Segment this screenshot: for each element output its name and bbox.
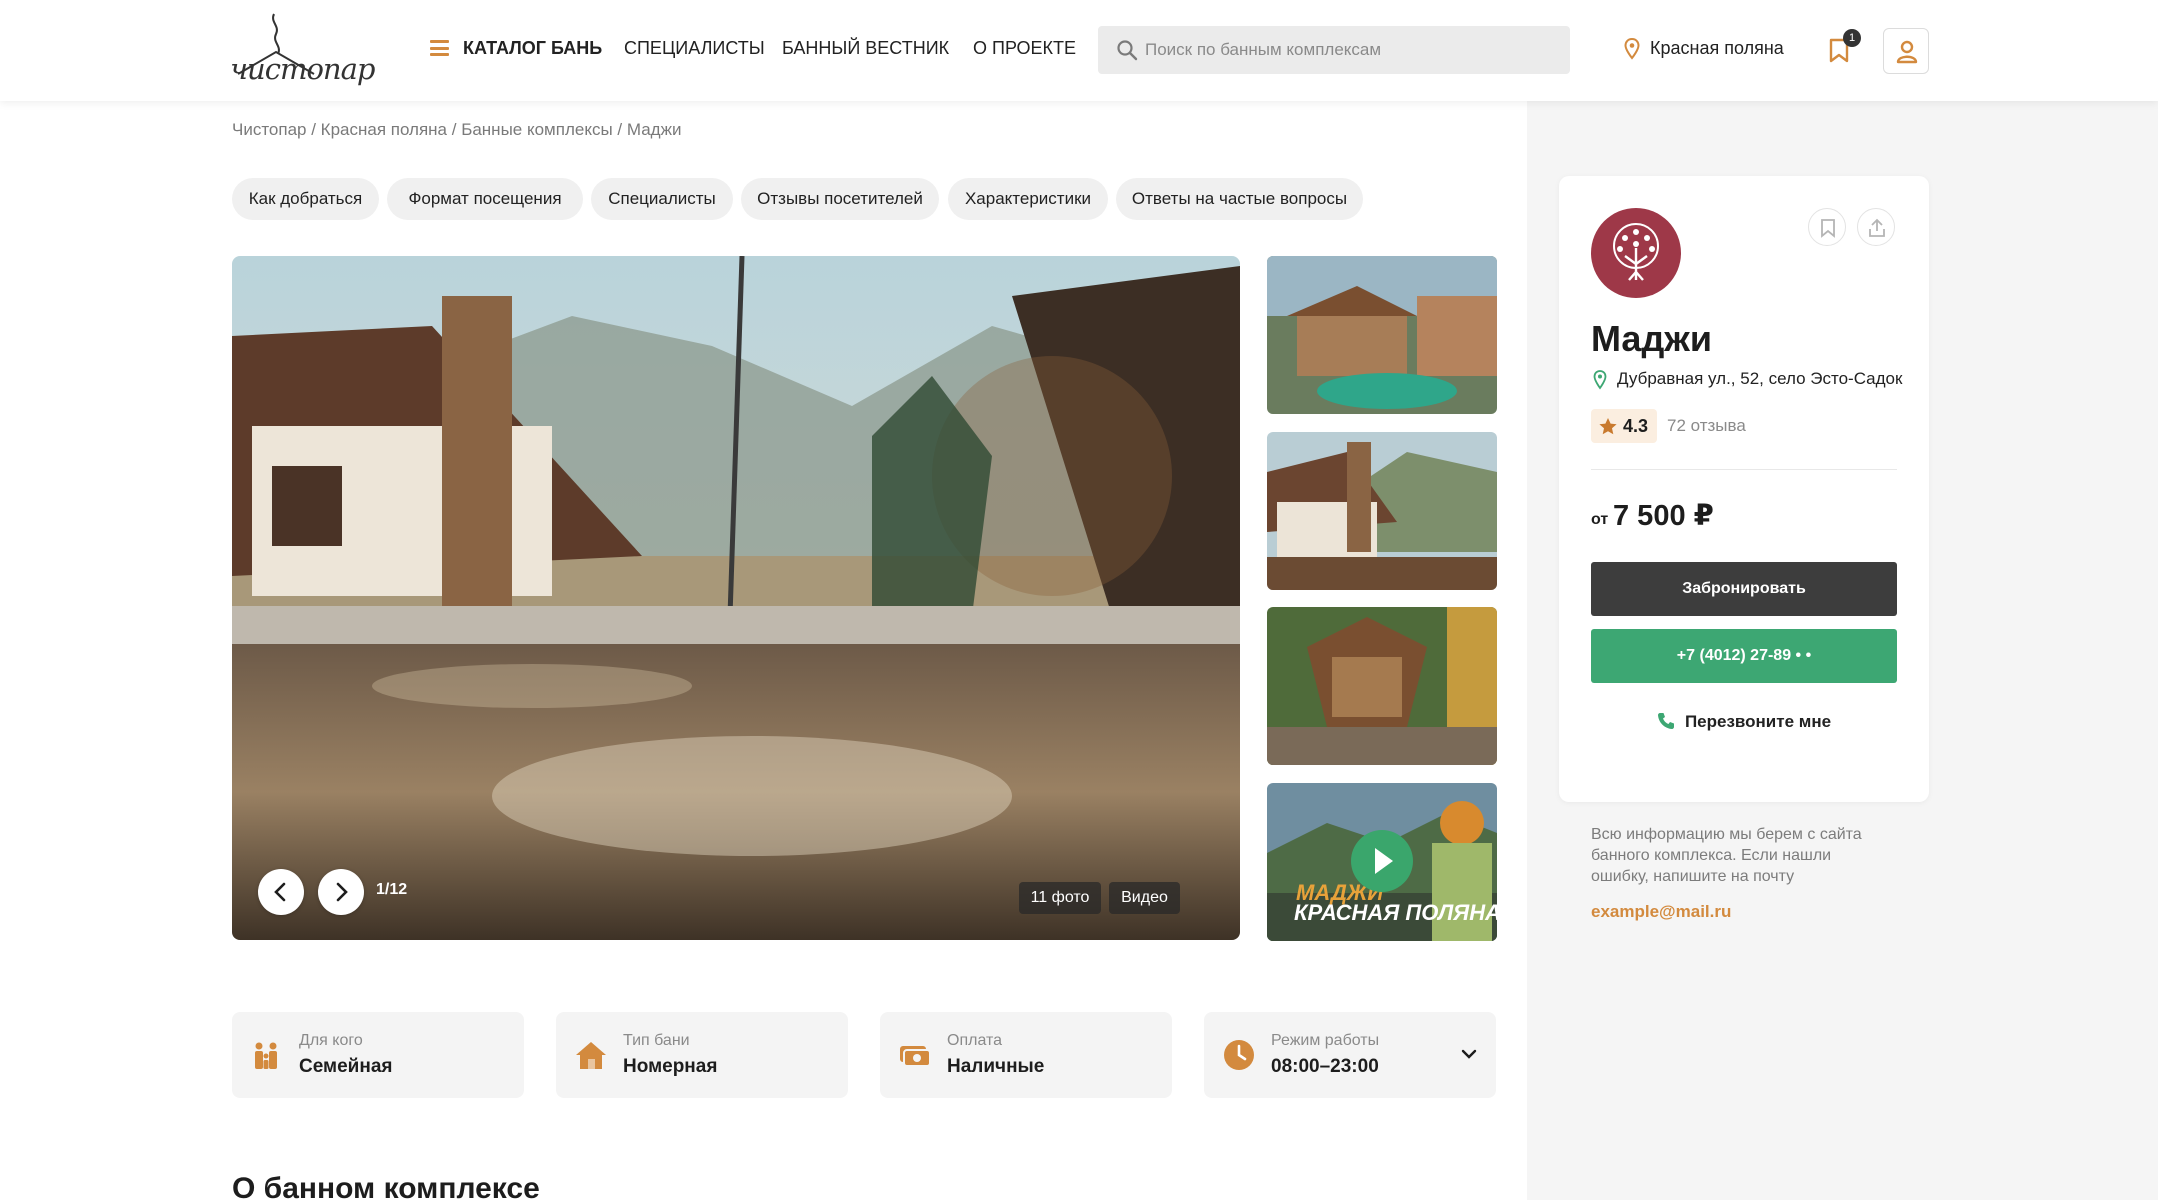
- price: 7 500 ₽: [1613, 500, 1714, 532]
- info-card-value: Номерная: [623, 1056, 718, 1077]
- reviews-link[interactable]: 72 отзыва: [1667, 416, 1746, 436]
- clock-icon: [1224, 1040, 1254, 1070]
- anchor-chip-specialists[interactable]: Специалисты: [591, 178, 733, 220]
- book-button[interactable]: Забронировать: [1591, 562, 1897, 616]
- info-card-audience: Для кого Семейная: [232, 1012, 524, 1098]
- breadcrumb: Чистопар / Красная поляна / Банные компл…: [232, 120, 682, 139]
- anchor-chip-format[interactable]: Формат посещения: [387, 178, 583, 220]
- anchor-chip-faq[interactable]: Ответы на частые вопросы: [1116, 178, 1363, 220]
- info-card-label: Режим работы: [1271, 1032, 1380, 1049]
- bookmark-outline-icon: [1821, 219, 1835, 238]
- logo-text: чистопар: [230, 52, 375, 86]
- chevron-left-icon: [274, 882, 286, 902]
- info-card-value: Семейная: [299, 1056, 393, 1077]
- info-card-value: Наличные: [947, 1056, 1045, 1077]
- thumbnail-image: [1267, 607, 1497, 765]
- nav-bulletin[interactable]: БАННЫЙ ВЕСТНИК: [782, 38, 949, 59]
- family-icon: [255, 1042, 277, 1069]
- gallery-thumbnail[interactable]: [1267, 256, 1497, 414]
- gallery-thumbnail[interactable]: [1267, 432, 1497, 590]
- breadcrumb-item[interactable]: Банные комплексы: [461, 120, 612, 139]
- nav-catalog[interactable]: КАТАЛОГ БАНЬ: [463, 38, 602, 59]
- cash-icon: [900, 1046, 931, 1067]
- info-card-payment: Оплата Наличные: [880, 1012, 1172, 1098]
- house-icon: [576, 1042, 606, 1069]
- main-photo[interactable]: [232, 256, 1240, 940]
- menu-burger-icon[interactable]: [430, 40, 449, 56]
- gallery-prev-button[interactable]: [258, 869, 304, 915]
- venue-logo: [1591, 208, 1681, 298]
- thumbnail-image: [1267, 256, 1497, 414]
- star-icon: [1599, 418, 1617, 435]
- section-title: О банном комплексе: [232, 1172, 540, 1200]
- bookmark-count-badge: 1: [1843, 29, 1861, 47]
- info-card-type: Тип бани Номерная: [556, 1012, 848, 1098]
- play-button[interactable]: [1351, 830, 1413, 892]
- share-icon: [1869, 218, 1885, 237]
- user-icon: [1896, 40, 1918, 64]
- chevron-right-icon: [336, 882, 348, 902]
- venue-address: Дубравная ул., 52, село Эсто-Садок: [1617, 369, 1903, 388]
- price-prefix: от: [1591, 511, 1609, 528]
- anchor-chip-reviews[interactable]: Отзывы посетителей: [741, 178, 939, 220]
- gallery-thumbnail[interactable]: [1267, 607, 1497, 765]
- anchor-chip-directions[interactable]: Как добраться: [232, 178, 379, 220]
- booking-card: Маджи Дубравная ул., 52, село Эсто-Садок…: [1559, 176, 1929, 802]
- anchor-chip-features[interactable]: Характеристики: [948, 178, 1108, 220]
- location-pin-icon: [1624, 38, 1640, 60]
- breadcrumb-current: Маджи: [626, 120, 682, 139]
- profile-button[interactable]: [1883, 28, 1929, 74]
- chevron-down-icon[interactable]: [1460, 1048, 1478, 1060]
- search-input[interactable]: Поиск по банным комплексам: [1098, 26, 1570, 74]
- venue-name: Маджи: [1591, 318, 1712, 359]
- main-photo-image: [232, 256, 1240, 940]
- site-header: чистопар КАТАЛОГ БАНЬ СПЕЦИАЛИСТЫ БАННЫЙ…: [0, 0, 2158, 101]
- info-card-label: Для кого: [299, 1032, 363, 1049]
- info-card-label: Тип бани: [623, 1032, 690, 1049]
- play-icon: [1375, 848, 1393, 874]
- breadcrumb-item[interactable]: Чистопар: [232, 120, 307, 139]
- callback-label: Перезвоните мне: [1684, 712, 1832, 731]
- video-thumb-subtitle: КРАСНАЯ ПОЛЯНА: [1294, 900, 1501, 925]
- nav-about[interactable]: О ПРОЕКТЕ: [973, 38, 1076, 59]
- info-card-value: 08:00–23:00: [1271, 1056, 1379, 1077]
- info-note: Всю информацию мы берем с сайта банного …: [1591, 826, 1862, 885]
- callback-button[interactable]: Перезвоните мне: [1559, 712, 1929, 732]
- phone-button[interactable]: +7 (4012) 27-89 • •: [1591, 629, 1897, 683]
- location-pin-icon: [1593, 370, 1607, 390]
- share-button[interactable]: [1857, 208, 1895, 246]
- video-button[interactable]: Видео: [1109, 882, 1180, 914]
- gallery-next-button[interactable]: [318, 869, 364, 915]
- nav-specialists[interactable]: СПЕЦИАЛИСТЫ: [624, 38, 765, 59]
- rating-badge: 4.3: [1591, 409, 1657, 443]
- location-selector[interactable]: Красная поляна: [1650, 38, 1784, 59]
- logo[interactable]: чистопар: [230, 12, 375, 90]
- breadcrumb-item[interactable]: Красная поляна: [321, 120, 447, 139]
- search-placeholder: Поиск по банным комплексам: [1145, 40, 1382, 59]
- info-card-hours[interactable]: Режим работы 08:00–23:00: [1204, 1012, 1496, 1098]
- phone-icon: [1657, 713, 1674, 729]
- thumbnail-image: [1267, 432, 1497, 590]
- gallery-counter: 1/12: [376, 881, 408, 898]
- photos-count-button[interactable]: 11 фото: [1019, 882, 1101, 914]
- search-icon: [1117, 40, 1138, 61]
- info-card-label: Оплата: [947, 1032, 1003, 1049]
- save-button[interactable]: [1808, 208, 1846, 246]
- tree-logo-icon: [1613, 223, 1659, 281]
- email-link[interactable]: example@mail.ru: [1591, 902, 1731, 922]
- rating-value: 4.3: [1623, 416, 1649, 436]
- divider: [1591, 469, 1897, 470]
